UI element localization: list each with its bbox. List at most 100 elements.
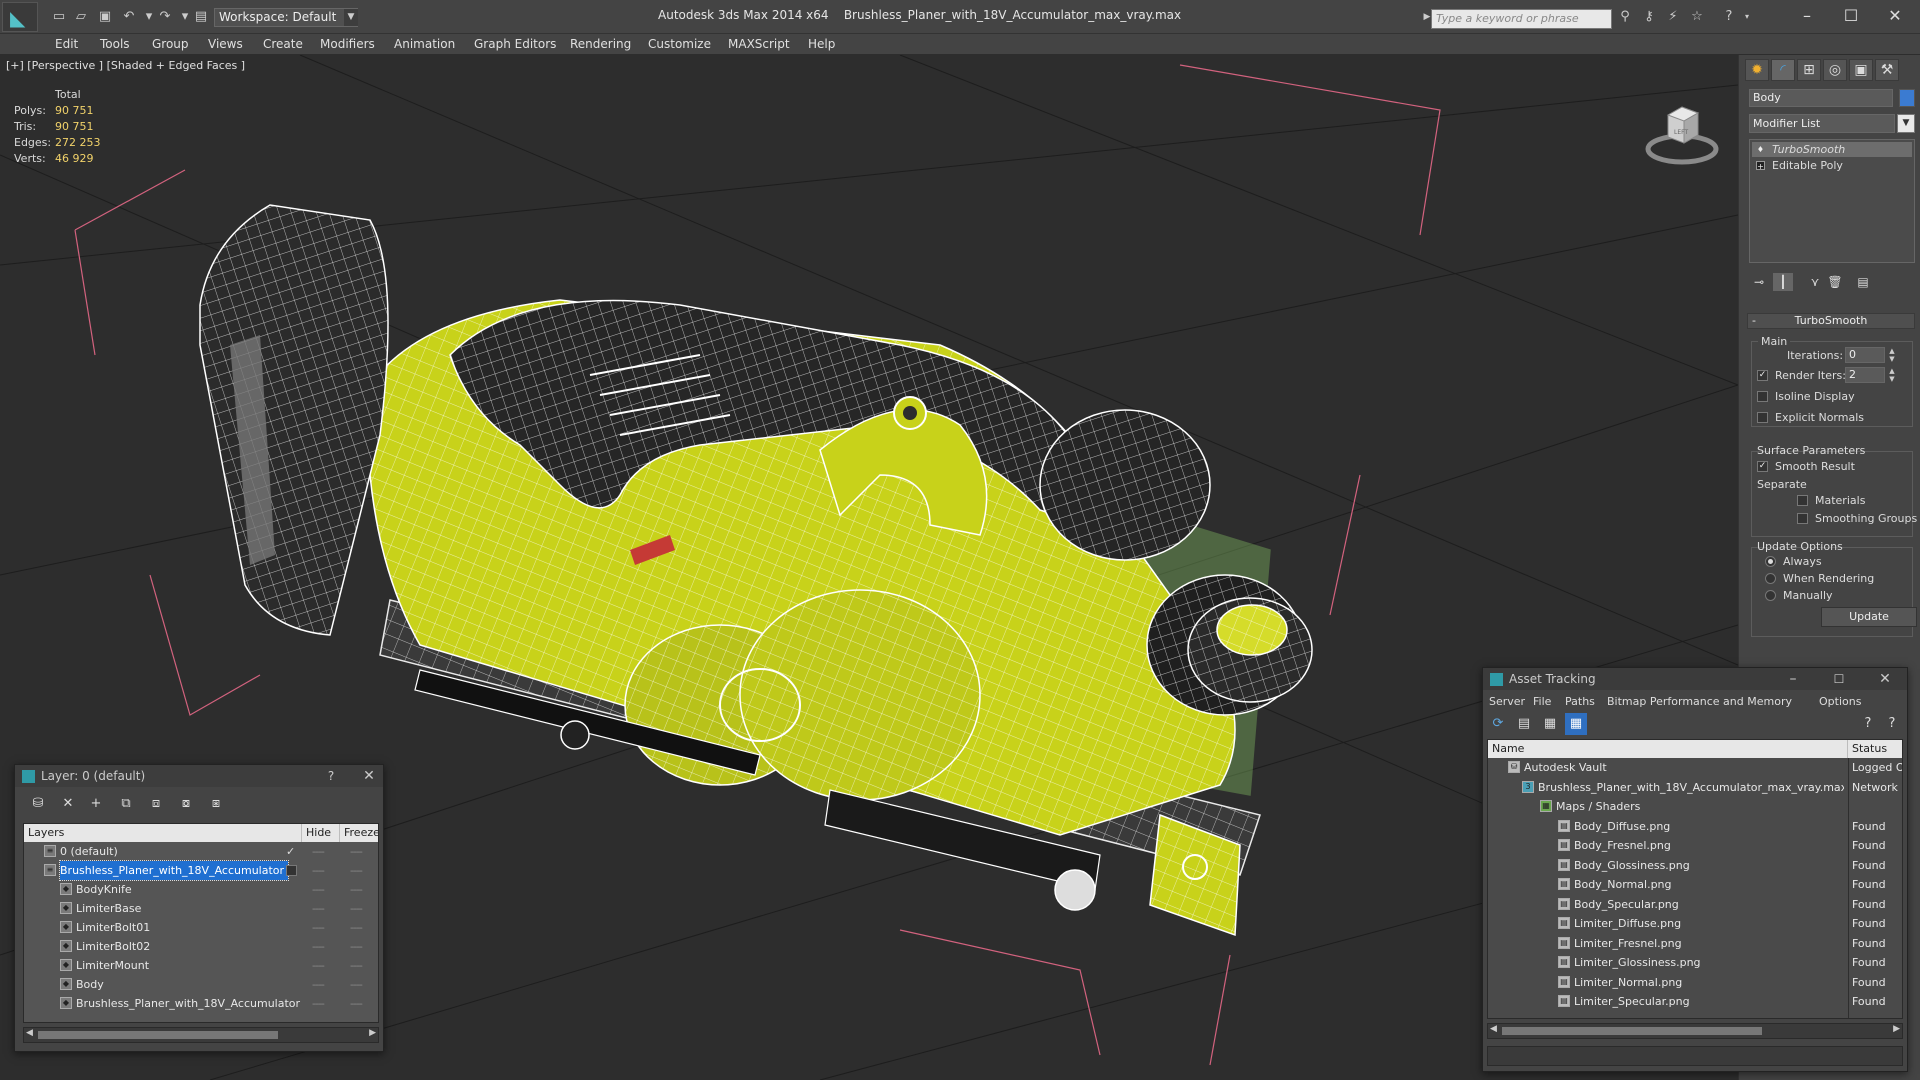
iterations-spinner[interactable]: 0 [1845,347,1885,363]
freeze-toggle[interactable]: ---- [350,956,363,975]
manually-radio[interactable] [1765,590,1776,601]
hide-toggle[interactable]: ---- [312,937,325,956]
asset-row[interactable]: ▤ Body_Normal.png Found [1488,875,1902,894]
freeze-toggle[interactable]: ---- [350,899,363,918]
spinner-arrows-icon[interactable]: ▲ ▼ [1887,367,1897,383]
scrollbar-thumb[interactable] [38,1031,278,1039]
open-file-icon[interactable]: ▱ [72,9,90,25]
column-hide[interactable]: Hide [302,824,340,842]
asset-row[interactable]: ▤ Body_Glossiness.png Found [1488,856,1902,875]
layer-row[interactable]: ≡ Brushless_Planer_with_18V_Accumulator --… [24,860,378,881]
make-unique-icon[interactable]: ⋎ [1805,273,1825,291]
column-freeze[interactable]: Freeze [340,824,378,842]
update-button[interactable]: Update [1821,607,1917,627]
detail-view-icon[interactable]: ▦ [1539,713,1561,735]
close-icon[interactable]: ✕ [359,768,379,784]
help-context-icon[interactable]: ? [1881,713,1903,735]
stack-item-turbosmooth[interactable]: ♦ TurboSmooth [1752,142,1912,157]
asset-row[interactable]: ▤ Limiter_Specular.png Found [1488,992,1902,1011]
asset-menu-options[interactable]: Options [1819,695,1861,708]
pin-stack-icon[interactable]: ⊸ [1749,273,1769,291]
layer-row[interactable]: ◆ Brushless_Planer_with_18V_Accumulator --… [24,994,378,1013]
new-file-icon[interactable]: ▭ [50,9,68,25]
freeze-toggle[interactable]: ---- [350,861,363,880]
menu-tools[interactable]: Tools [100,37,130,51]
maximize-icon[interactable]: ☐ [1836,6,1866,26]
object-name-field[interactable]: Body [1749,89,1893,107]
materials-checkbox[interactable] [1797,495,1808,506]
binoculars-icon[interactable]: ⚲ [1616,9,1634,25]
render-iters-checkbox[interactable]: ✓ [1757,370,1768,381]
maximize-icon[interactable]: ☐ [1829,671,1849,687]
tab-hierarchy[interactable]: ⊞ [1797,59,1821,81]
layer-list[interactable]: Layers Hide Freeze ≡ 0 (default) ✓ ---- ----… [23,823,379,1023]
help-icon[interactable]: ? [1857,713,1879,735]
menu-edit[interactable]: Edit [55,37,78,51]
help-dropdown-icon[interactable]: ▾ [1738,9,1756,25]
layer-row[interactable]: ≡ 0 (default) ✓ ---- ---- [24,842,378,861]
asset-menu-file[interactable]: File [1533,695,1551,708]
menu-rendering[interactable]: Rendering [570,37,631,51]
asset-menu-server[interactable]: Server [1489,695,1525,708]
list-view-icon[interactable]: ▤ [1513,713,1535,735]
minimize-icon[interactable]: – [1783,671,1803,687]
scroll-left-icon[interactable]: ◀ [1490,1024,1497,1034]
asset-row[interactable]: ▦ Maps / Shaders [1488,797,1902,816]
tab-create[interactable]: ✹ [1745,59,1769,81]
lightbulb-icon[interactable]: ♦ [1756,145,1765,154]
star-icon[interactable]: ☆ [1688,9,1706,25]
tab-motion[interactable]: ◎ [1823,59,1847,81]
add-to-layer-icon[interactable]: + [85,793,107,815]
key-icon[interactable]: ⚷ [1640,9,1658,25]
render-iters-spinner[interactable]: 2 [1845,367,1885,383]
asset-row[interactable]: ▤ Body_Specular.png Found [1488,895,1902,914]
freeze-toggle[interactable]: ---- [350,880,363,899]
layer-row[interactable]: ◆ LimiterBolt01 ---- ---- [24,918,378,937]
remove-modifier-icon[interactable]: 🗑 [1825,273,1845,291]
when-rendering-radio[interactable] [1765,573,1776,584]
layer-row[interactable]: ◆ BodyKnife ---- ---- [24,880,378,899]
hide-toggle[interactable]: ---- [312,975,325,994]
stack-item-editable-poly[interactable]: + Editable Poly [1752,158,1912,173]
modifier-list-dropdown[interactable]: Modifier List [1749,114,1895,133]
rollout-turbosmooth[interactable]: - TurboSmooth [1747,313,1915,329]
menu-group[interactable]: Group [152,37,189,51]
hide-toggle[interactable]: ---- [312,918,325,937]
chevron-down-icon[interactable]: ▼ [344,9,358,26]
redo-icon[interactable]: ↷ [156,9,174,25]
menu-modifiers[interactable]: Modifiers [320,37,375,51]
column-layers[interactable]: Layers [24,824,302,842]
hide-toggle[interactable]: ---- [312,899,325,918]
asset-list[interactable]: Name Status ⛁ Autodesk Vault Logged Ou 3 Bru… [1487,739,1903,1019]
freeze-toggle[interactable]: ---- [350,975,363,994]
freeze-toggle[interactable]: ---- [350,994,363,1013]
exchange-icon[interactable]: ⚡ [1664,9,1682,25]
smoothing-groups-checkbox[interactable] [1797,513,1808,524]
layer-row[interactable]: ◆ Body ---- ---- [24,975,378,994]
viewcube[interactable]: LEFT [1640,87,1724,171]
menu-help[interactable]: Help [808,37,835,51]
menu-create[interactable]: Create [263,37,303,51]
asset-row[interactable]: ⛁ Autodesk Vault Logged Ou [1488,758,1902,777]
menu-graph-editors[interactable]: Graph Editors [474,37,556,51]
project-folder-icon[interactable]: ▤ [192,9,210,25]
always-radio[interactable] [1765,556,1776,567]
search-input[interactable]: Type a keyword or phrase [1431,9,1612,29]
close-icon[interactable]: ✕ [1880,6,1910,26]
hide-toggle[interactable]: ---- [312,994,325,1013]
tab-modify[interactable]: ◜ [1771,59,1795,81]
hide-toggle[interactable]: ---- [312,880,325,899]
scroll-right-icon[interactable]: ▶ [369,1028,376,1038]
layer-row[interactable]: ◆ LimiterBolt02 ---- ---- [24,937,378,956]
save-icon[interactable]: ▣ [96,9,114,25]
scroll-left-icon[interactable]: ◀ [26,1028,33,1038]
chevron-down-icon[interactable]: ▼ [1897,114,1915,133]
menu-maxscript[interactable]: MAXScript [728,37,790,51]
menu-customize[interactable]: Customize [648,37,711,51]
app-logo-button[interactable]: ◣ [2,2,38,32]
layer-row[interactable]: ◆ LimiterBase ---- ---- [24,899,378,918]
freeze-toggle[interactable]: ---- [350,842,363,861]
delete-layer-icon[interactable]: ✕ [57,793,79,815]
asset-menu-bitmap[interactable]: Bitmap Performance and Memory [1607,695,1792,708]
asset-row[interactable]: ▤ Body_Fresnel.png Found [1488,836,1902,855]
